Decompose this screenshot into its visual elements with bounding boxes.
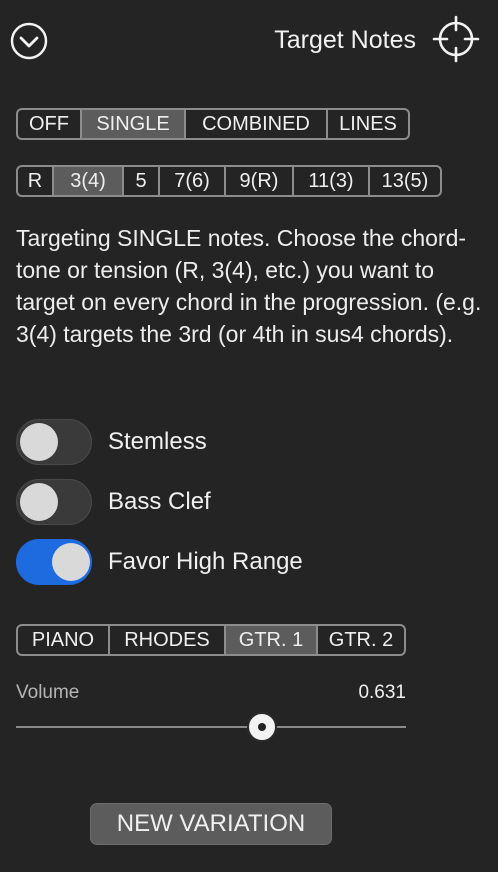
target-button[interactable] [431, 14, 481, 64]
tone-13-5[interactable]: 13(5) [368, 167, 440, 195]
chevron-down-circle-icon [10, 22, 48, 60]
instrument-gtr-2[interactable]: GTR. 2 [316, 626, 404, 654]
crosshair-icon [432, 15, 480, 63]
toggle-knob [20, 483, 58, 521]
instrument-piano[interactable]: PIANO [18, 626, 108, 654]
mode-combined[interactable]: COMBINED [184, 110, 326, 138]
bass-clef-label: Bass Clef [108, 488, 211, 515]
volume-thumb[interactable] [247, 712, 278, 742]
tone-r[interactable]: R [18, 167, 52, 195]
bass-clef-toggle[interactable] [16, 479, 92, 525]
stemless-toggle[interactable] [16, 419, 92, 465]
favor-high-range-label: Favor High Range [108, 548, 303, 575]
mode-description: Targeting SINGLE notes. Choose the chord… [16, 225, 482, 347]
favor-high-range-toggle[interactable] [16, 539, 92, 585]
favor-high-range-row: Favor High Range [16, 539, 436, 585]
volume-track [16, 726, 406, 728]
bass-clef-row: Bass Clef [16, 479, 436, 525]
stemless-row: Stemless [16, 419, 436, 465]
mode-lines[interactable]: LINES [326, 110, 408, 138]
panel-title: Target Notes [274, 26, 416, 54]
tone-9-r[interactable]: 9(R) [224, 167, 292, 195]
chord-tone-segmented-control: R 3(4) 5 7(6) 9(R) 11(3) 13(5) [16, 165, 442, 197]
mode-single[interactable]: SINGLE [80, 110, 184, 138]
tone-7-6[interactable]: 7(6) [158, 167, 224, 195]
mode-off[interactable]: OFF [18, 110, 80, 138]
instrument-segmented-control: PIANO RHODES GTR. 1 GTR. 2 [16, 624, 406, 656]
tone-5[interactable]: 5 [122, 167, 158, 195]
instrument-gtr-1[interactable]: GTR. 1 [224, 626, 316, 654]
tone-11-3[interactable]: 11(3) [292, 167, 368, 195]
tone-3-4[interactable]: 3(4) [52, 167, 122, 195]
instrument-rhodes[interactable]: RHODES [108, 626, 224, 654]
collapse-button[interactable] [10, 22, 48, 60]
volume-label: Volume [16, 682, 80, 703]
volume-value: 0.631 [358, 682, 406, 703]
volume-slider[interactable] [16, 712, 406, 742]
stemless-label: Stemless [108, 428, 207, 455]
new-variation-button[interactable]: NEW VARIATION [90, 803, 332, 845]
toggle-knob [52, 543, 90, 581]
toggle-knob [20, 423, 58, 461]
mode-segmented-control: OFF SINGLE COMBINED LINES [16, 108, 410, 140]
